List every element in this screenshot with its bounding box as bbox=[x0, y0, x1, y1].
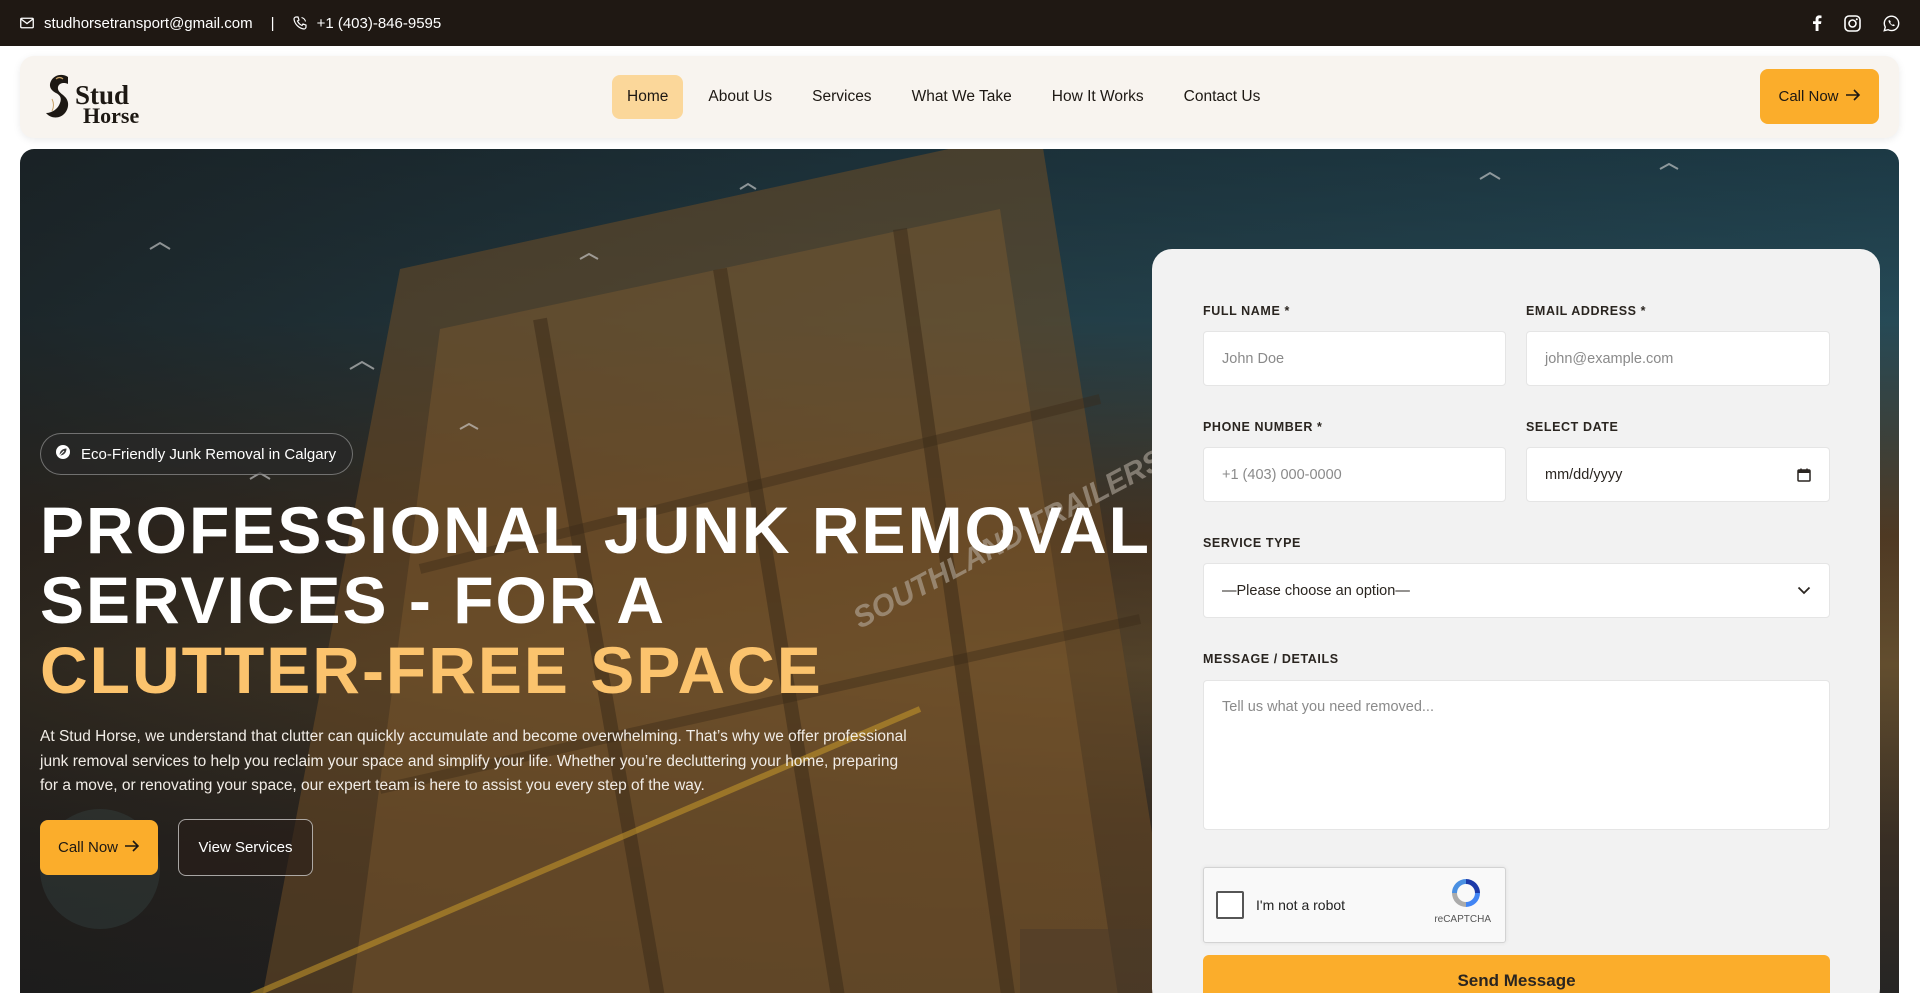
nav-item-services[interactable]: Services bbox=[797, 75, 886, 119]
recaptcha-brand: reCAPTCHA bbox=[1434, 914, 1491, 925]
quote-form: FULL NAME * John Doe EMAIL ADDRESS * joh… bbox=[1152, 249, 1880, 993]
calendar-icon[interactable] bbox=[1797, 468, 1811, 482]
message-textarea[interactable]: Tell us what you need removed... bbox=[1203, 680, 1830, 830]
date-input[interactable]: mm/dd/yyyy bbox=[1526, 447, 1830, 502]
nav-call-now-button[interactable]: Call Now bbox=[1760, 69, 1879, 124]
phone-input[interactable]: +1 (403) 000-0000 bbox=[1203, 447, 1506, 502]
eco-badge: Eco-Friendly Junk Removal in Calgary bbox=[40, 433, 354, 475]
full-name-label: FULL NAME * bbox=[1203, 304, 1290, 318]
phone-contact[interactable]: +1 (403)-846-9595 bbox=[292, 14, 442, 32]
send-message-button[interactable]: Send Message bbox=[1203, 955, 1830, 993]
view-services-button[interactable]: View Services bbox=[178, 819, 313, 876]
nav-item-home[interactable]: Home bbox=[612, 75, 684, 119]
service-type-label: SERVICE TYPE bbox=[1203, 536, 1301, 550]
top-bar: studhorsetransport@gmail.com | +1 (403)-… bbox=[0, 0, 1920, 46]
recaptcha-checkbox[interactable] bbox=[1216, 891, 1244, 919]
recaptcha-label: I'm not a robot bbox=[1256, 897, 1346, 913]
facebook-icon[interactable] bbox=[1812, 15, 1822, 31]
hero-heading-line-2: SERVICES - FOR A bbox=[40, 563, 667, 637]
email-contact[interactable]: studhorsetransport@gmail.com bbox=[20, 15, 253, 32]
recaptcha-widget: I'm not a robot reCAPTCHA bbox=[1203, 867, 1506, 943]
mail-icon bbox=[20, 17, 34, 29]
hero-heading-highlight: CLUTTER-FREE SPACE bbox=[40, 633, 823, 707]
chevron-down-icon bbox=[1797, 586, 1811, 595]
site-logo[interactable]: Stud Horse bbox=[42, 69, 139, 127]
phone-label: PHONE NUMBER * bbox=[1203, 420, 1323, 434]
full-name-placeholder: John Doe bbox=[1222, 350, 1285, 367]
arrow-right-icon bbox=[124, 839, 140, 856]
service-type-select[interactable]: —Please choose an option— bbox=[1203, 563, 1830, 618]
contact-separator: | bbox=[270, 14, 275, 32]
main-navigation: Stud Horse Home About Us Services What W… bbox=[20, 56, 1899, 138]
eco-badge-label: Eco-Friendly Junk Removal in Calgary bbox=[81, 445, 337, 463]
date-placeholder: mm/dd/yyyy bbox=[1545, 466, 1623, 483]
arrow-right-icon bbox=[1845, 88, 1861, 105]
message-placeholder: Tell us what you need removed... bbox=[1222, 699, 1434, 715]
leaf-icon bbox=[55, 444, 71, 464]
phone-text: +1 (403)-846-9595 bbox=[316, 14, 442, 32]
service-type-value: —Please choose an option— bbox=[1222, 582, 1410, 599]
phone-placeholder: +1 (403) 000-0000 bbox=[1222, 466, 1342, 483]
email-text: studhorsetransport@gmail.com bbox=[44, 14, 253, 32]
whatsapp-icon[interactable] bbox=[1883, 14, 1900, 32]
email-placeholder: john@example.com bbox=[1545, 350, 1674, 367]
logo-text-horse: Horse bbox=[83, 103, 140, 128]
recaptcha-logo-icon bbox=[1449, 876, 1483, 915]
instagram-icon[interactable] bbox=[1844, 14, 1861, 32]
nav-item-what-we-take[interactable]: What We Take bbox=[897, 75, 1027, 119]
date-label: SELECT DATE bbox=[1526, 420, 1619, 434]
message-label: MESSAGE / DETAILS bbox=[1203, 652, 1339, 666]
email-label: EMAIL ADDRESS * bbox=[1526, 304, 1647, 318]
full-name-input[interactable]: John Doe bbox=[1203, 331, 1506, 386]
nav-menu: Home About Us Services What We Take How … bbox=[612, 75, 1275, 119]
hero-call-now-label: Call Now bbox=[57, 839, 118, 856]
nav-item-how-it-works[interactable]: How It Works bbox=[1037, 75, 1159, 119]
email-input[interactable]: john@example.com bbox=[1526, 331, 1830, 386]
phone-icon bbox=[292, 16, 307, 30]
social-links bbox=[1812, 14, 1900, 32]
nav-item-about-us[interactable]: About Us bbox=[693, 75, 787, 119]
hero-call-now-button[interactable]: Call Now bbox=[40, 820, 158, 875]
nav-item-contact-us[interactable]: Contact Us bbox=[1169, 75, 1276, 119]
hero-heading-line-1: PROFESSIONAL JUNK REMOVAL bbox=[40, 493, 1151, 567]
hero-description: At Stud Horse, we understand that clutte… bbox=[40, 728, 907, 794]
nav-call-now-label: Call Now bbox=[1778, 88, 1839, 105]
